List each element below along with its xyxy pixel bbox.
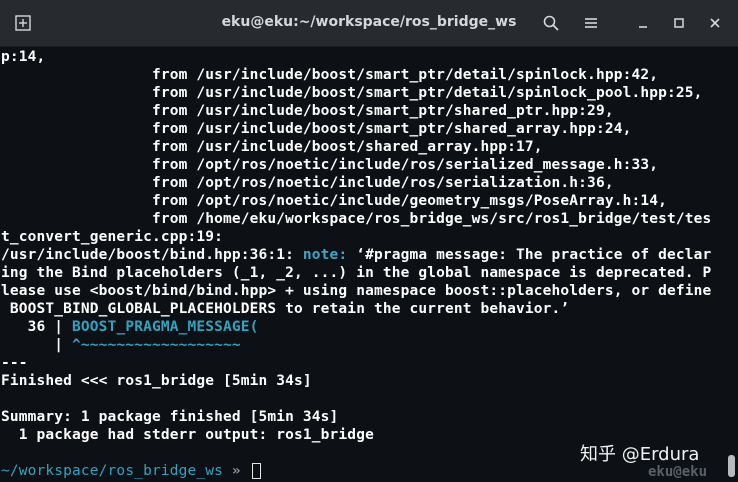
output-line: from /usr/include/boost/smart_ptr/detail… [1,85,703,101]
output-line: p:14, [1,49,46,65]
note-continuation: ing the Bind placeholders (_1, _2, ...) … [1,265,712,281]
prompt-arrow: » [223,463,250,479]
scrollbar[interactable] [724,47,738,482]
note-label: note: [302,247,348,263]
output-line: from /usr/include/boost/smart_ptr/shared… [1,103,614,119]
close-icon[interactable] [704,12,726,34]
watermark-text: 知乎 @Erdura [580,444,700,465]
note-continuation: lease use <boost/bind/bind.hpp> + using … [1,283,712,299]
output-line: from /usr/include/boost/shared_array.hpp… [1,139,543,155]
terminal-output[interactable]: p:14, from /usr/include/boost/smart_ptr/… [1,48,723,482]
window-title: eku@eku:~/workspace/ros_bridge_ws [221,14,517,30]
summary-line: Summary: 1 package finished [5min 34s] [1,409,339,425]
note-source-path: /usr/include/boost/bind.hpp:36:1: [1,247,303,263]
prompt-host: eku@eku [648,464,708,480]
code-line: 36 | BOOST_PRAGMA_MESSAGE( [1,318,723,336]
title-bar: eku@eku:~/workspace/ros_bridge_ws [0,0,738,47]
prompt-path: ~/workspace/ros_bridge_ws [1,463,223,479]
finished-line: Finished <<< ros1_bridge [5min 34s] [1,373,312,389]
output-line: from /opt/ros/noetic/include/geometry_ms… [1,193,667,209]
note-message: ‘#pragma message: The practice of declar [347,247,712,263]
code-text: BOOST_PRAGMA_MESSAGE( [72,319,259,335]
hamburger-menu-icon[interactable] [580,12,602,34]
output-line: from /opt/ros/noetic/include/ros/seriali… [1,157,659,173]
output-line: from /usr/include/boost/smart_ptr/detail… [1,67,659,83]
text-cursor [251,463,261,479]
caret-line: | ^~~~~~~~~~~~~~~~~~~ [1,336,723,354]
output-line: t_convert_generic.cpp:19: [1,229,223,245]
terminal-window: eku@eku:~/workspace/ros_bridge_ws p:14, … [0,0,738,482]
note-line: /usr/include/boost/bind.hpp:36:1: note: … [1,246,723,264]
separator-line: --- [1,355,28,371]
caret-marker: ^~~~~~~~~~~~~~~~~~~ [72,337,241,353]
output-line: from /opt/ros/noetic/include/ros/seriali… [1,175,614,191]
minimize-icon[interactable] [632,12,654,34]
scrollbar-thumb[interactable] [728,455,735,477]
search-icon[interactable] [540,12,562,34]
caret-gutter: | [1,337,73,353]
code-line-number: 36 | [1,319,73,335]
output-line: from /home/eku/workspace/ros_bridge_ws/s… [1,211,712,227]
maximize-icon[interactable] [668,12,690,34]
output-line: from /usr/include/boost/smart_ptr/shared… [1,121,632,137]
note-continuation: BOOST_BIND_GLOBAL_PLACEHOLDERS to retain… [1,301,570,317]
